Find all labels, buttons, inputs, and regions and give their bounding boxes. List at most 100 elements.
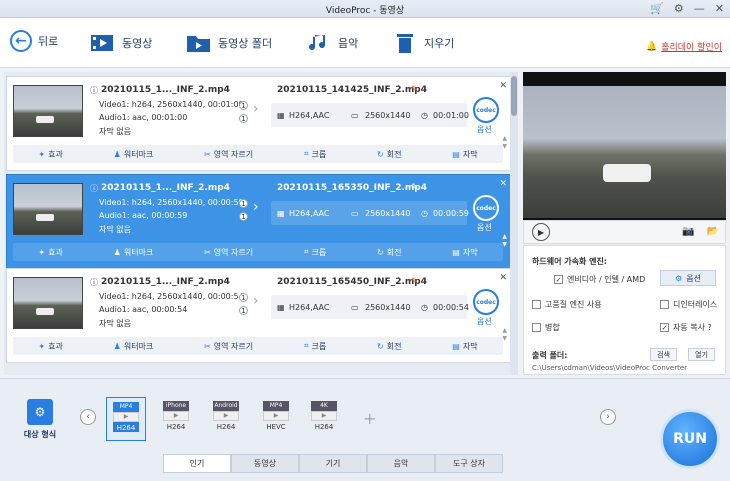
target-format-button[interactable]: ⚙ 대상 형식	[18, 399, 62, 440]
audio-track-count[interactable]: 1	[239, 212, 248, 221]
pencil-icon[interactable]: ✎	[411, 277, 419, 287]
pencil-icon[interactable]: ✎	[411, 183, 419, 193]
audio-track-info: Audio1: aac, 00:00:59	[99, 211, 188, 220]
close-icon[interactable]: ✕	[499, 179, 507, 189]
list-scrollbar[interactable]	[510, 72, 518, 375]
gear-icon[interactable]: ⚙	[674, 2, 684, 15]
output-resolution: 2560x1440	[365, 209, 411, 218]
back-arrow-icon: ←	[10, 30, 32, 52]
reorder-arrows-icon[interactable]: ▲ ▼	[502, 327, 507, 343]
add-music-button[interactable]: 음악	[306, 30, 358, 56]
camera-icon[interactable]: 📷	[682, 226, 694, 237]
autocopy-checkbox[interactable]: ✓ 자동 복사 ?	[660, 322, 712, 333]
hw-option-button[interactable]: ⚙ 옵션	[660, 270, 716, 286]
cut-button[interactable]: ✂ 영역 자르기	[204, 247, 253, 258]
codec-gear-icon[interactable]: codec	[473, 97, 499, 123]
holiday-promo-link[interactable]: 🔔 홀리데이 할인이	[646, 40, 722, 54]
tab-video[interactable]: 동영상	[231, 454, 299, 473]
subtitle-info: 자막 없음	[99, 319, 131, 328]
tab-popular[interactable]: 인기	[163, 454, 231, 473]
scissors-icon: ✂	[204, 149, 211, 159]
codec-gear-icon[interactable]: codec	[473, 195, 499, 221]
add-format-icon[interactable]: +	[363, 409, 376, 428]
format-preset[interactable]: MP4 ▶ H264	[106, 397, 146, 441]
resolution-icon: ▭	[351, 209, 359, 218]
deinterlace-checkbox[interactable]: 디인터레이스	[660, 299, 717, 310]
watermark-button[interactable]: ♟ 워터마크	[114, 149, 154, 160]
format-preset[interactable]: Android ▶ H264	[206, 397, 246, 441]
folder-add-icon	[186, 30, 212, 56]
subtitle-button[interactable]: ▤ 자막	[452, 247, 477, 258]
audio-track-info: Audio1: aac, 00:01:00	[99, 113, 188, 122]
info-icon[interactable]: ⓘ	[90, 183, 98, 194]
info-icon[interactable]: ⓘ	[90, 277, 98, 288]
format-preset[interactable]: iPhone ▶ H264	[156, 397, 196, 441]
tab-device[interactable]: 기기	[299, 454, 367, 473]
info-icon[interactable]: ⓘ	[90, 85, 98, 96]
video-item[interactable]: ⓘ 20210115_1..._INF_2.mp4 Video1: h264, …	[6, 76, 512, 171]
merge-checkbox[interactable]: 병합	[532, 322, 560, 333]
play-icon[interactable]: ▶	[532, 223, 550, 241]
clock-icon: ◷	[421, 303, 428, 312]
reorder-arrows-icon[interactable]: ▲ ▼	[502, 233, 507, 249]
format-preset[interactable]: 4K ▶ H264	[304, 397, 344, 441]
format-preset[interactable]: MP4 ▶ HEVC	[256, 397, 296, 441]
watermark-button[interactable]: ♟ 워터마크	[114, 341, 154, 352]
cut-button[interactable]: ✂ 영역 자르기	[204, 149, 253, 160]
rotate-icon: ↻	[377, 149, 384, 159]
video-thumbnail	[13, 183, 83, 235]
crop-button[interactable]: ⌗ 크롭	[304, 341, 326, 352]
nvidia-checkbox[interactable]: ✓ 엔비디아 / 인텔 / AMD	[554, 274, 645, 285]
codec-option-label: 옵션	[477, 125, 492, 134]
rotate-button[interactable]: ↻ 회전	[377, 247, 401, 258]
subtitle-button[interactable]: ▤ 자막	[452, 149, 477, 160]
rotate-button[interactable]: ↻ 회전	[377, 341, 401, 352]
close-icon[interactable]: ✕	[499, 81, 507, 91]
close-icon[interactable]: ✕	[715, 2, 724, 15]
edit-toolbar: ✦ 효과 ♟ 워터마크 ✂ 영역 자르기 ⌗ 크롭 ↻ 회전 ▤ 자막	[13, 145, 503, 163]
subtitle-button[interactable]: ▤ 자막	[452, 341, 477, 352]
output-resolution: 2560x1440	[365, 303, 411, 312]
video-track-count[interactable]: 1	[239, 199, 248, 208]
effect-button[interactable]: ✦ 효과	[38, 247, 62, 258]
scroll-left-icon[interactable]: ‹	[80, 409, 96, 425]
scrollbar-thumb[interactable]	[511, 76, 517, 116]
hq-engine-checkbox[interactable]: 고품질 엔진 사용	[532, 299, 602, 310]
video-track-count[interactable]: 1	[239, 293, 248, 302]
add-video-folder-button[interactable]: 동영상 폴더	[186, 30, 272, 56]
tab-music[interactable]: 음악	[367, 454, 435, 473]
cart-icon[interactable]: 🛒	[650, 2, 664, 15]
codec-option-label: 옵션	[477, 223, 492, 232]
minimize-icon[interactable]: —	[694, 2, 705, 15]
watermark-button[interactable]: ♟ 워터마크	[114, 247, 154, 258]
add-video-button[interactable]: 동영상	[90, 30, 152, 56]
reorder-arrows-icon[interactable]: ▲ ▼	[502, 135, 507, 151]
scroll-right-icon[interactable]: ›	[600, 409, 616, 425]
video-item[interactable]: ⓘ 20210115_1..._INF_2.mp4 Video1: h264, …	[6, 268, 512, 363]
clear-button[interactable]: 지우기	[392, 30, 454, 56]
back-button[interactable]: ← 뒤로	[10, 30, 58, 52]
music-add-icon	[306, 30, 332, 56]
video-item-selected[interactable]: ⓘ 20210115_1..._INF_2.mp4 Video1: h264, …	[6, 174, 512, 269]
folder-icon[interactable]: 📂	[707, 226, 719, 237]
chevron-right-icon: ›	[253, 199, 259, 215]
close-icon[interactable]: ✕	[499, 273, 507, 283]
cut-button[interactable]: ✂ 영역 자르기	[204, 341, 253, 352]
effect-button[interactable]: ✦ 효과	[38, 149, 62, 160]
audio-track-count[interactable]: 1	[239, 306, 248, 315]
open-button[interactable]: 열기	[688, 348, 715, 361]
crop-button[interactable]: ⌗ 크롭	[304, 149, 326, 160]
pencil-icon[interactable]: ✎	[411, 85, 419, 95]
browse-button[interactable]: 검색	[650, 348, 677, 361]
video-track-count[interactable]: 1	[239, 101, 248, 110]
tab-toolbox[interactable]: 도구 상자	[435, 454, 503, 473]
crop-button[interactable]: ⌗ 크롭	[304, 247, 326, 258]
audio-track-count[interactable]: 1	[239, 114, 248, 123]
codec-gear-icon[interactable]: codec	[473, 289, 499, 315]
effect-button[interactable]: ✦ 효과	[38, 341, 62, 352]
rotate-button[interactable]: ↻ 회전	[377, 149, 401, 160]
run-button[interactable]: RUN	[660, 409, 720, 469]
video-thumbnail	[13, 85, 83, 137]
resolution-icon: ▭	[351, 303, 359, 312]
output-info: ▦ H264,AAC ▭ 2560x1440 ◷ 00:00:59	[271, 201, 469, 225]
